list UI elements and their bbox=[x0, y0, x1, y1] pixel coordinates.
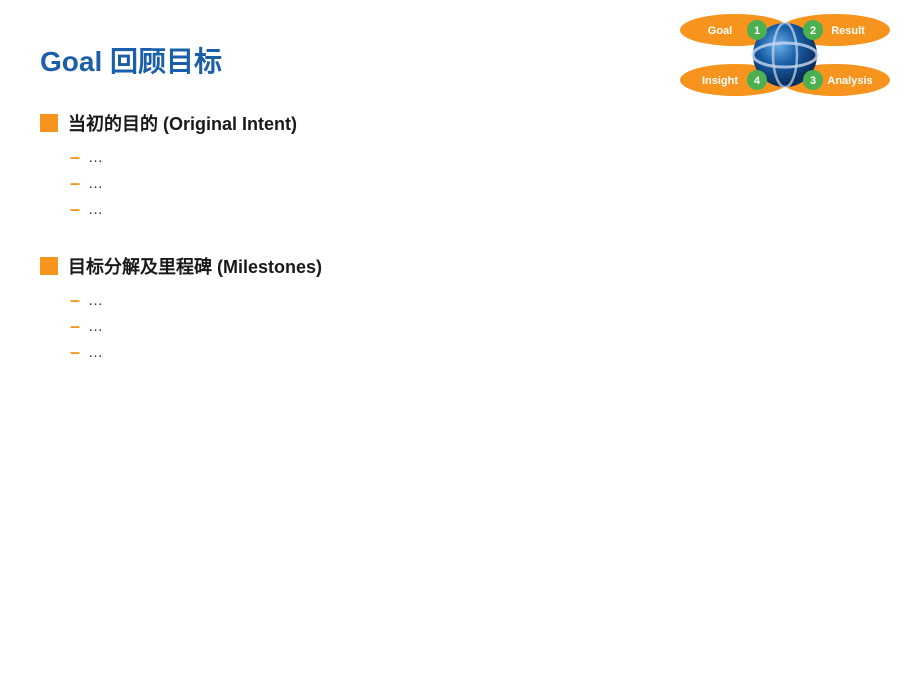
dash-icon: – bbox=[70, 148, 80, 166]
dash-icon: – bbox=[70, 200, 80, 218]
list-item: – … bbox=[70, 291, 880, 309]
section-original-intent: 当初的目的 (Original Intent) – … – … – … bbox=[40, 110, 880, 218]
slide-container: 1 Goal 2 Result 4 Insight 3 Analysis Goa… bbox=[0, 0, 920, 690]
svg-text:4: 4 bbox=[754, 75, 761, 87]
list-item: – … bbox=[70, 317, 880, 335]
dash-icon: – bbox=[70, 291, 80, 309]
section-milestones: 目标分解及里程碑 (Milestones) – … – … – … bbox=[40, 253, 880, 361]
list-item: – … bbox=[70, 343, 880, 361]
dash-icon: – bbox=[70, 343, 80, 361]
svg-text:2: 2 bbox=[810, 25, 816, 37]
sub-items-2: – … – … – … bbox=[70, 291, 880, 361]
sub-items-1: – … – … – … bbox=[70, 148, 880, 218]
section-bullet-2 bbox=[40, 257, 58, 275]
section-title-1: 当初的目的 (Original Intent) bbox=[68, 110, 297, 136]
section-title-2: 目标分解及里程碑 (Milestones) bbox=[68, 253, 322, 279]
svg-text:1: 1 bbox=[754, 25, 760, 37]
list-item: – … bbox=[70, 148, 880, 166]
svg-text:Result: Result bbox=[831, 25, 865, 37]
sub-item-text: … bbox=[88, 292, 103, 309]
sub-item-text: … bbox=[88, 318, 103, 335]
list-item: – … bbox=[70, 200, 880, 218]
section-bullet-1 bbox=[40, 114, 58, 132]
svg-text:Goal: Goal bbox=[708, 25, 732, 37]
dash-icon: – bbox=[70, 317, 80, 335]
sub-item-text: … bbox=[88, 149, 103, 166]
svg-text:Analysis: Analysis bbox=[827, 75, 872, 87]
sub-item-text: … bbox=[88, 344, 103, 361]
svg-text:3: 3 bbox=[810, 75, 816, 87]
dash-icon: – bbox=[70, 174, 80, 192]
section-header-2: 目标分解及里程碑 (Milestones) bbox=[40, 253, 880, 279]
section-header-1: 当初的目的 (Original Intent) bbox=[40, 110, 880, 136]
list-item: – … bbox=[70, 174, 880, 192]
nav-diagram: 1 Goal 2 Result 4 Insight 3 Analysis bbox=[660, 5, 910, 105]
svg-text:Insight: Insight bbox=[702, 75, 738, 87]
sub-item-text: … bbox=[88, 201, 103, 218]
sub-item-text: … bbox=[88, 175, 103, 192]
